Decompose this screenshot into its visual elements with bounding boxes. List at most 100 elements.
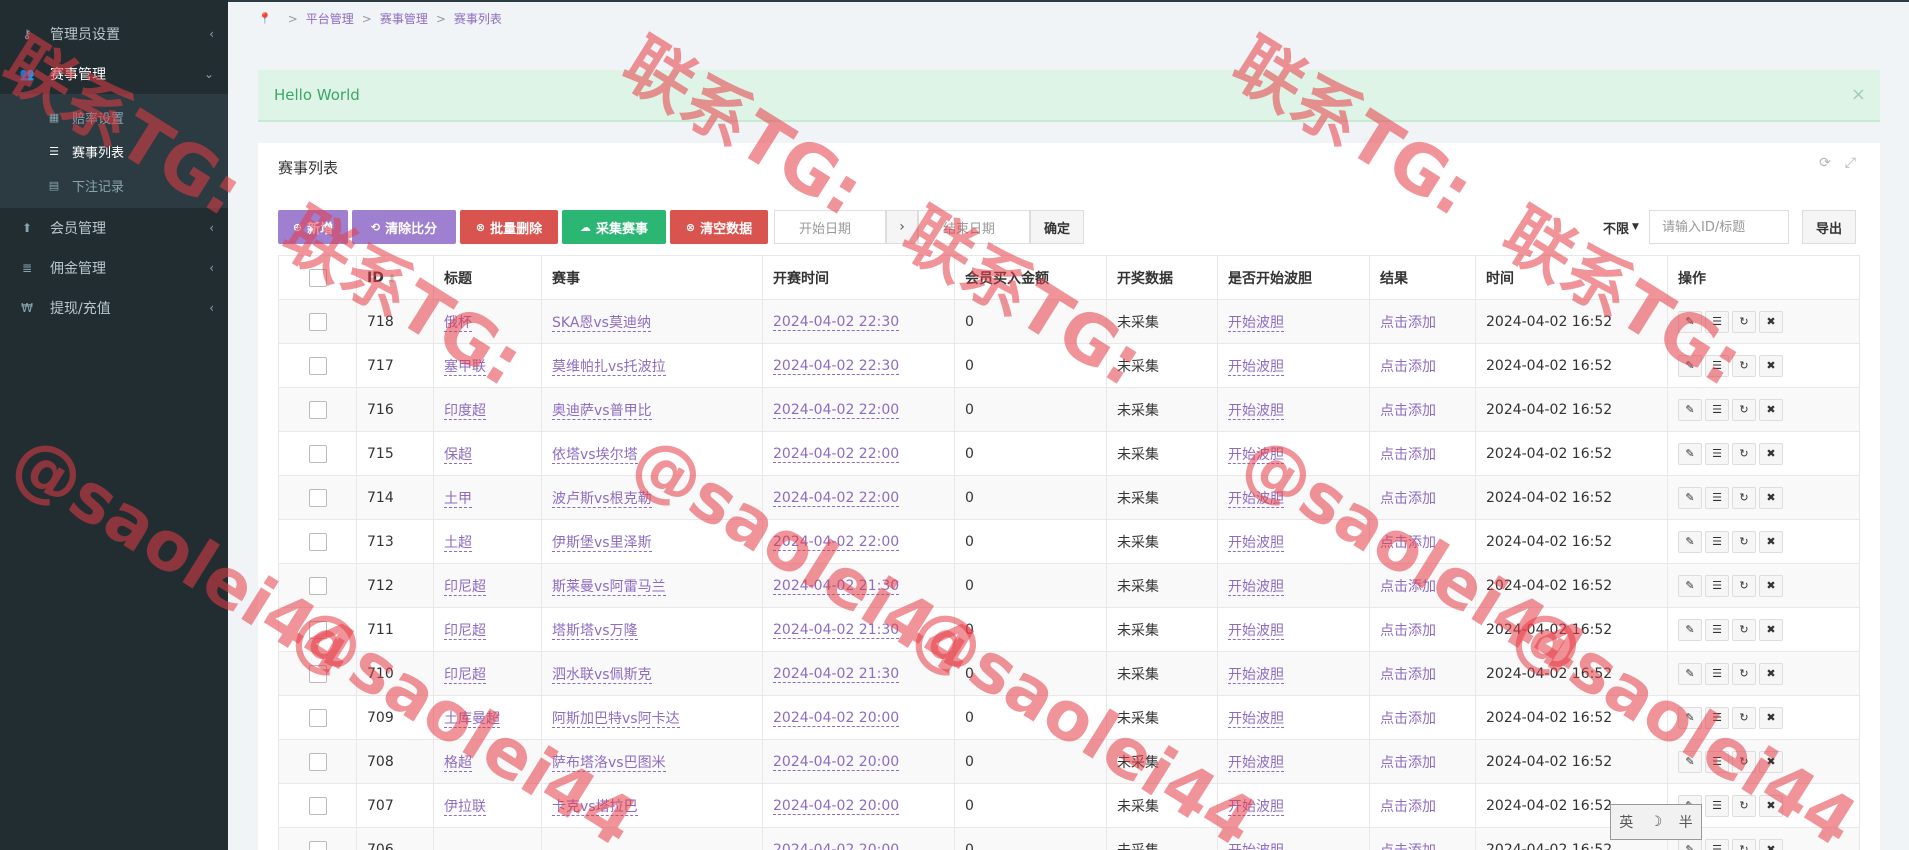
- row-checkbox[interactable]: [308, 532, 327, 551]
- refresh-icon[interactable]: ↻: [1732, 838, 1756, 850]
- edit-icon[interactable]: ✎: [1678, 486, 1702, 509]
- delete-icon[interactable]: ✖: [1759, 838, 1783, 850]
- delete-icon[interactable]: ✖: [1759, 618, 1783, 641]
- refresh-icon[interactable]: ↻: [1732, 398, 1756, 421]
- clear-score-button[interactable]: ⟲ 清除比分: [352, 210, 456, 244]
- sidebar-subitem-bet-records[interactable]: ▤ 下注记录: [0, 168, 228, 202]
- ime-toolbar[interactable]: 英 ☽ 半: [1610, 804, 1702, 840]
- edit-icon[interactable]: ✎: [1678, 618, 1702, 641]
- start-time-link[interactable]: 2024-04-02 21:30: [773, 665, 900, 683]
- refresh-icon[interactable]: ↻: [1732, 794, 1756, 817]
- delete-icon[interactable]: ✖: [1759, 486, 1783, 509]
- delete-icon[interactable]: ✖: [1759, 750, 1783, 773]
- start-bodan-link[interactable]: 开始波胆: [1228, 490, 1284, 508]
- edit-icon[interactable]: ✎: [1678, 662, 1702, 685]
- title-link[interactable]: 印尼超: [444, 666, 486, 684]
- match-link[interactable]: 莫维帕扎vs托波拉: [552, 358, 666, 376]
- row-checkbox[interactable]: [308, 400, 327, 419]
- start-time-link[interactable]: 2024-04-02 22:30: [773, 313, 900, 331]
- start-bodan-link[interactable]: 开始波胆: [1228, 666, 1284, 684]
- refresh-icon[interactable]: ↻: [1732, 530, 1756, 553]
- refresh-icon[interactable]: ↻: [1732, 662, 1756, 685]
- match-link[interactable]: 伊斯堡vs里泽斯: [552, 534, 652, 552]
- refresh-icon[interactable]: ↻: [1732, 354, 1756, 377]
- add-result-link[interactable]: 点击添加: [1380, 623, 1436, 639]
- start-time-link[interactable]: 2024-04-02 20:00: [773, 797, 900, 815]
- add-button[interactable]: ⊕ 新增: [278, 210, 348, 244]
- clear-data-button[interactable]: ⊗ 清空数据: [670, 210, 768, 244]
- sidebar-item-admin-settings[interactable]: ⚷ 管理员设置 ‹: [0, 14, 228, 54]
- match-link[interactable]: 斯莱曼vs阿雷马兰: [552, 578, 666, 596]
- match-link[interactable]: 塔斯塔vs万隆: [552, 622, 638, 640]
- edit-icon[interactable]: ✎: [1678, 310, 1702, 333]
- breadcrumb-platform[interactable]: 平台管理: [306, 10, 354, 27]
- list-icon[interactable]: ☰: [1705, 442, 1729, 465]
- list-icon[interactable]: ☰: [1705, 838, 1729, 850]
- add-result-link[interactable]: 点击添加: [1380, 799, 1436, 815]
- start-bodan-link[interactable]: 开始波胆: [1228, 754, 1284, 772]
- row-checkbox[interactable]: [308, 488, 327, 507]
- list-icon[interactable]: ☰: [1705, 794, 1729, 817]
- start-bodan-link[interactable]: 开始波胆: [1228, 358, 1284, 376]
- collect-matches-button[interactable]: ☁ 采集赛事: [562, 210, 666, 244]
- list-icon[interactable]: ☰: [1705, 398, 1729, 421]
- sidebar-item-match-management[interactable]: 👥 赛事管理 ⌄: [0, 54, 228, 94]
- start-bodan-link[interactable]: 开始波胆: [1228, 710, 1284, 728]
- search-input[interactable]: [1649, 210, 1789, 244]
- start-time-link[interactable]: 2024-04-02 22:30: [773, 357, 900, 375]
- sidebar-item-commission-management[interactable]: ≣ 佣金管理 ‹: [0, 248, 228, 288]
- confirm-button[interactable]: 确定: [1030, 210, 1084, 244]
- row-checkbox[interactable]: [308, 576, 327, 595]
- refresh-icon[interactable]: ⟳: [1819, 155, 1831, 171]
- edit-icon[interactable]: ✎: [1678, 442, 1702, 465]
- edit-icon[interactable]: ✎: [1678, 838, 1702, 850]
- start-bodan-link[interactable]: 开始波胆: [1228, 798, 1284, 816]
- title-link[interactable]: 保超: [444, 446, 472, 464]
- add-result-link[interactable]: 点击添加: [1380, 359, 1436, 375]
- refresh-icon[interactable]: ↻: [1732, 486, 1756, 509]
- title-link[interactable]: 土库曼超: [444, 710, 500, 728]
- title-link[interactable]: 土甲: [444, 490, 472, 508]
- edit-icon[interactable]: ✎: [1678, 398, 1702, 421]
- start-time-link[interactable]: 2024-04-02 20:00: [773, 841, 900, 850]
- fullscreen-icon[interactable]: ⤢: [1845, 155, 1856, 171]
- start-bodan-link[interactable]: 开始波胆: [1228, 534, 1284, 552]
- list-icon[interactable]: ☰: [1705, 310, 1729, 333]
- row-checkbox[interactable]: [308, 752, 327, 771]
- add-result-link[interactable]: 点击添加: [1380, 535, 1436, 551]
- add-result-link[interactable]: 点击添加: [1380, 403, 1436, 419]
- batch-delete-button[interactable]: ⊗ 批量删除: [460, 210, 558, 244]
- start-bodan-link[interactable]: 开始波胆: [1228, 578, 1284, 596]
- start-time-link[interactable]: 2024-04-02 22:00: [773, 489, 900, 507]
- delete-icon[interactable]: ✖: [1759, 310, 1783, 333]
- sidebar-subitem-match-list[interactable]: ☰ 赛事列表: [0, 134, 228, 168]
- delete-icon[interactable]: ✖: [1759, 354, 1783, 377]
- start-time-link[interactable]: 2024-04-02 22:00: [773, 445, 900, 463]
- start-time-link[interactable]: 2024-04-02 21:30: [773, 577, 900, 595]
- list-icon[interactable]: ☰: [1705, 750, 1729, 773]
- title-link[interactable]: 塞甲联: [444, 358, 486, 376]
- row-checkbox[interactable]: [308, 796, 327, 815]
- row-checkbox[interactable]: [308, 356, 327, 375]
- refresh-icon[interactable]: ↻: [1732, 442, 1756, 465]
- edit-icon[interactable]: ✎: [1678, 574, 1702, 597]
- add-result-link[interactable]: 点击添加: [1380, 579, 1436, 595]
- start-time-link[interactable]: 2024-04-02 21:30: [773, 621, 900, 639]
- breadcrumb-match-list[interactable]: 赛事列表: [454, 10, 502, 27]
- export-button[interactable]: 导出: [1802, 210, 1856, 244]
- add-result-link[interactable]: 点击添加: [1380, 315, 1436, 331]
- sidebar-subitem-odds-settings[interactable]: ▦ 赔率设置: [0, 100, 228, 134]
- refresh-icon[interactable]: ↻: [1732, 706, 1756, 729]
- list-icon[interactable]: ☰: [1705, 530, 1729, 553]
- edit-icon[interactable]: ✎: [1678, 706, 1702, 729]
- list-icon[interactable]: ☰: [1705, 574, 1729, 597]
- end-date-input[interactable]: 结束日期: [918, 210, 1030, 244]
- add-result-link[interactable]: 点击添加: [1380, 447, 1436, 463]
- match-link[interactable]: 卡克vs塔拉巴: [552, 798, 638, 816]
- header-id[interactable]: ID ⇕: [356, 255, 434, 300]
- row-checkbox[interactable]: [308, 708, 327, 727]
- title-link[interactable]: 伊拉联: [444, 798, 486, 816]
- row-checkbox[interactable]: [308, 840, 327, 850]
- title-link[interactable]: 俄杯: [444, 314, 472, 332]
- start-bodan-link[interactable]: 开始波胆: [1228, 314, 1284, 332]
